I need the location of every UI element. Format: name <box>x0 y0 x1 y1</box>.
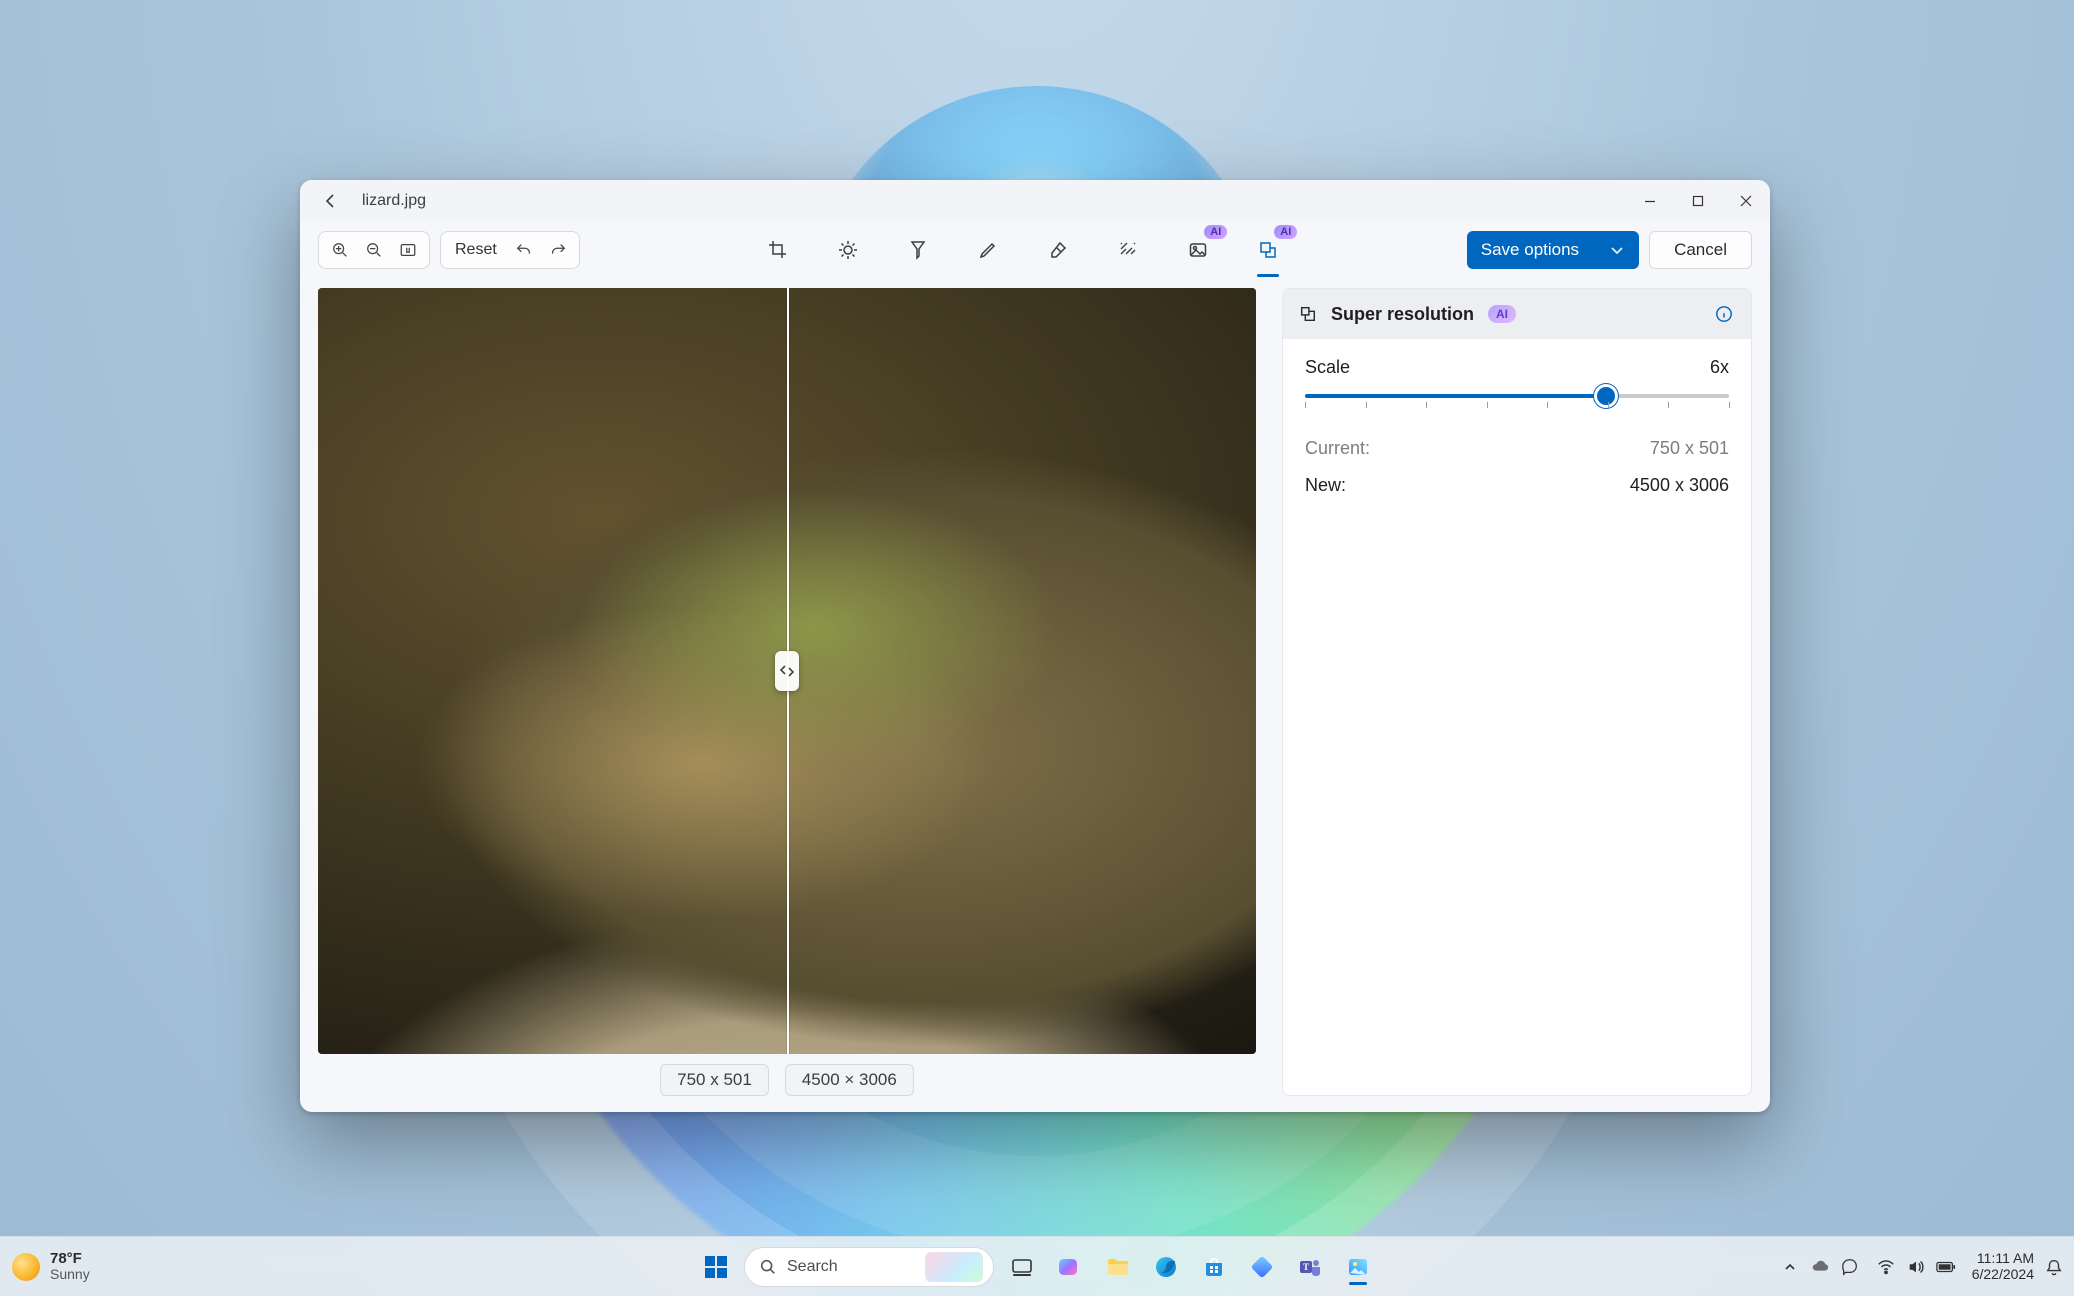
notifications-icon[interactable] <box>2044 1257 2064 1277</box>
new-size-label: New: <box>1305 475 1346 496</box>
search-icon <box>759 1258 777 1276</box>
taskbar-weather-widget[interactable]: 78°F Sunny <box>12 1237 90 1296</box>
adjust-tool-button[interactable] <box>831 233 865 267</box>
edge-button[interactable] <box>1146 1247 1186 1287</box>
window-maximize-button[interactable] <box>1674 180 1722 222</box>
svg-text:T: T <box>1303 1262 1309 1272</box>
editor-toolbar: Reset <box>300 222 1770 278</box>
undo-button[interactable] <box>507 235 541 265</box>
search-placeholder: Search <box>787 1258 838 1276</box>
slider-fill <box>1305 394 1606 398</box>
save-options-button[interactable]: Save options <box>1467 231 1639 269</box>
titlebar: lizard.jpg <box>300 180 1770 222</box>
info-icon[interactable] <box>1713 303 1735 325</box>
scale-label: Scale <box>1305 357 1350 378</box>
scale-value: 6x <box>1710 357 1729 378</box>
battery-icon <box>1936 1257 1956 1277</box>
size-chip-new: 4500 × 3006 <box>785 1064 914 1096</box>
crop-tool-button[interactable] <box>761 233 795 267</box>
weather-cond: Sunny <box>50 1267 90 1282</box>
ai-badge-icon: AI <box>1274 225 1297 239</box>
zoom-out-button[interactable] <box>357 235 391 265</box>
image-canvas[interactable] <box>318 288 1256 1054</box>
app-icon-1[interactable] <box>1242 1247 1282 1287</box>
window-minimize-button[interactable] <box>1626 180 1674 222</box>
ai-pill: AI <box>1488 305 1516 323</box>
taskbar: 78°F Sunny Search <box>0 1236 2074 1296</box>
current-size-label: Current: <box>1305 438 1370 459</box>
super-resolution-tool-button[interactable]: AI <box>1251 233 1285 267</box>
scale-slider[interactable] <box>1305 394 1729 422</box>
generative-tool-button[interactable]: AI <box>1181 233 1215 267</box>
clock-date: 6/22/2024 <box>1972 1267 2034 1282</box>
store-button[interactable] <box>1194 1247 1234 1287</box>
upscale-icon <box>1299 305 1317 323</box>
slider-ticks <box>1305 402 1729 410</box>
ai-badge-icon: AI <box>1204 225 1227 239</box>
copilot-button[interactable] <box>1050 1247 1090 1287</box>
search-thumbnail <box>925 1252 983 1282</box>
clock-time: 11:11 AM <box>1977 1251 2034 1266</box>
background-tool-button[interactable] <box>1111 233 1145 267</box>
redo-button[interactable] <box>541 235 575 265</box>
reset-button[interactable]: Reset <box>445 235 507 265</box>
volume-icon <box>1906 1257 1926 1277</box>
tray-chevron-icon[interactable] <box>1780 1257 1800 1277</box>
wifi-icon <box>1876 1257 1896 1277</box>
start-button[interactable] <box>696 1247 736 1287</box>
photos-button[interactable] <box>1338 1247 1378 1287</box>
photos-editor-window: lizard.jpg <box>300 180 1770 1112</box>
network-sound-battery-cluster[interactable] <box>1870 1257 1962 1277</box>
save-options-label: Save options <box>1481 240 1579 260</box>
copilot-tray-icon[interactable] <box>1840 1257 1860 1277</box>
size-chip-current: 750 x 501 <box>660 1064 769 1096</box>
zoom-in-button[interactable] <box>323 235 357 265</box>
erase-tool-button[interactable] <box>1041 233 1075 267</box>
cancel-button[interactable]: Cancel <box>1649 231 1752 269</box>
filter-tool-button[interactable] <box>901 233 935 267</box>
window-filename: lizard.jpg <box>362 192 426 210</box>
new-size-value: 4500 x 3006 <box>1630 475 1729 496</box>
sun-icon <box>12 1253 40 1281</box>
chevron-down-icon <box>1609 242 1625 258</box>
super-resolution-panel: Super resolution AI Scale 6x <box>1282 288 1752 1096</box>
file-explorer-button[interactable] <box>1098 1247 1138 1287</box>
fit-to-window-button[interactable] <box>391 235 425 265</box>
panel-title: Super resolution <box>1331 304 1474 325</box>
back-button[interactable] <box>314 184 348 218</box>
taskbar-search[interactable]: Search <box>744 1247 994 1287</box>
compare-handle[interactable] <box>775 651 799 691</box>
taskview-button[interactable] <box>1002 1247 1042 1287</box>
teams-button[interactable]: T <box>1290 1247 1330 1287</box>
markup-tool-button[interactable] <box>971 233 1005 267</box>
weather-temp: 78°F <box>50 1251 90 1267</box>
onedrive-icon[interactable] <box>1810 1257 1830 1277</box>
current-size-value: 750 x 501 <box>1650 438 1729 459</box>
window-close-button[interactable] <box>1722 180 1770 222</box>
taskbar-clock[interactable]: 11:11 AM 6/22/2024 <box>1972 1251 2034 1282</box>
